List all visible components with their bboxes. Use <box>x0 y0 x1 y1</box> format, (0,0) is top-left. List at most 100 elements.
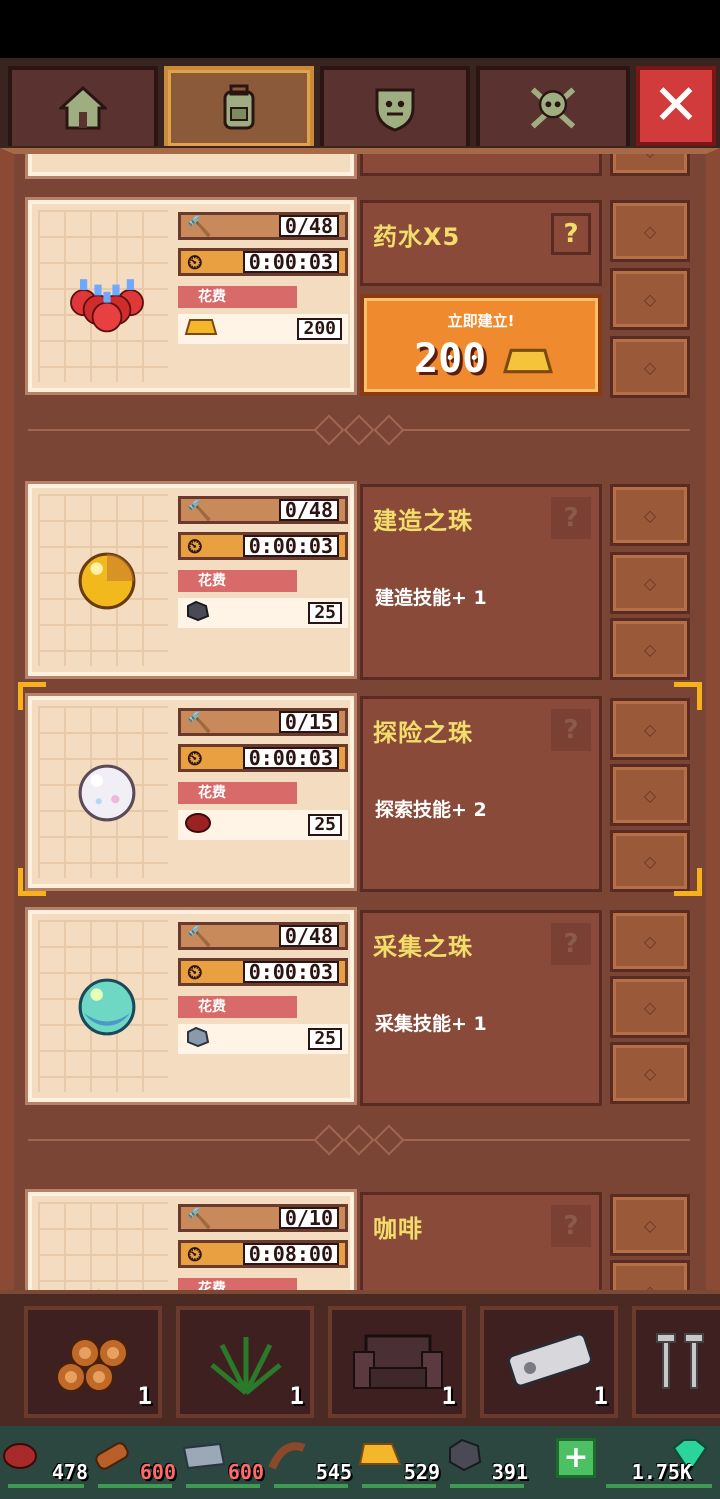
logs-icon <box>46 1320 142 1400</box>
section-divider <box>28 414 690 446</box>
tab-backpack[interactable] <box>164 66 314 146</box>
selection-corner <box>674 682 702 710</box>
build-now-price: 200 <box>414 336 487 382</box>
clock-icon: ⏲ <box>187 960 203 984</box>
resource-wood: 600 <box>92 1436 178 1488</box>
upgrade-slot[interactable]: ◇ <box>610 154 690 176</box>
inventory-bar: 1 1 1 1 <box>0 1290 720 1426</box>
upgrade-slot[interactable]: ◇ <box>610 1260 690 1290</box>
build-timer: ⏲ 0:00:03 <box>178 532 348 560</box>
resource-gems: 1.75K <box>600 1436 718 1488</box>
cost-value: 200 <box>297 318 342 340</box>
section-divider <box>28 1124 690 1156</box>
upgrade-slot[interactable]: ◇ <box>610 336 690 398</box>
tab-home[interactable] <box>8 66 158 146</box>
build-now-label: 立即建立! <box>447 312 515 330</box>
build-timer: ⏲ 0:00:03 <box>178 248 348 276</box>
inventory-slot[interactable]: 1 <box>328 1306 466 1418</box>
cost-row: 25 <box>178 1024 348 1054</box>
recipe-card-build-orb[interactable]: 🔨 0/48 ⏲ 0:00:03 花费 25 <box>28 484 354 676</box>
recipe-title: 探险之珠 <box>373 719 473 747</box>
time-value: 0:00:03 <box>242 747 339 769</box>
cost-label: 花费 <box>178 996 348 1018</box>
recipe-card-gather-orb[interactable]: 🔨 0/48 ⏲ 0:00:03 花费 25 <box>28 910 354 1102</box>
cost-row: 25 <box>178 810 348 840</box>
meat-icon <box>2 1436 42 1476</box>
selection-corner <box>674 868 702 896</box>
built-value: 0/15 <box>278 711 339 733</box>
coal-icon <box>444 1436 484 1476</box>
gold-ingot-icon <box>184 316 218 342</box>
resource-bar: 478 600 600 545 529 391 + 1.75K <box>0 1426 720 1499</box>
build-timer: ⏲ 0:08:00 <box>178 1240 348 1268</box>
upgrade-slot[interactable]: ◇ <box>610 484 690 546</box>
inventory-count: 1 <box>593 1382 608 1410</box>
help-button[interactable]: ? <box>551 709 591 751</box>
clock-icon: ⏲ <box>187 1242 203 1266</box>
built-counter: 🔨 0/15 <box>178 708 348 736</box>
time-value: 0:00:03 <box>242 535 339 557</box>
resource-gold: 529 <box>356 1436 442 1488</box>
backpack-icon <box>215 84 263 132</box>
recipe-title: 建造之珠 <box>373 507 473 535</box>
upgrade-slot[interactable]: ◇ <box>610 200 690 262</box>
upgrade-slot[interactable]: ◇ <box>610 764 690 826</box>
tab-skull[interactable] <box>476 66 630 146</box>
wood-icon <box>92 1436 132 1476</box>
iron-icon <box>180 1436 228 1476</box>
inventory-slot[interactable] <box>632 1306 720 1418</box>
upgrade-slot[interactable]: ◇ <box>610 910 690 972</box>
help-button[interactable]: ? <box>551 497 591 539</box>
recipe-info-gather-orb: 采集之珠 采集技能+ 1 ? <box>360 910 602 1106</box>
time-value: 0:00:03 <box>242 251 339 273</box>
build-timer: ⏲ 0:00:03 <box>178 744 348 772</box>
build-now-button[interactable]: 立即建立! 200 <box>360 294 602 396</box>
inventory-slot[interactable]: 1 <box>480 1306 618 1418</box>
built-counter: 🔨 0/10 <box>178 1204 348 1232</box>
inventory-count: 1 <box>289 1382 304 1410</box>
time-value: 0:08:00 <box>242 1243 339 1265</box>
house-icon <box>59 84 107 132</box>
resource-value: 529 <box>403 1460 440 1484</box>
resource-value: 478 <box>51 1460 88 1484</box>
built-counter: 🔨 0/48 <box>178 922 348 950</box>
close-button[interactable]: ✕ <box>636 66 716 146</box>
inventory-slot[interactable]: 1 <box>24 1306 162 1418</box>
help-button[interactable]: ? <box>551 923 591 965</box>
potions-icon <box>62 254 152 344</box>
upgrade-slot[interactable]: ◇ <box>610 618 690 680</box>
rope-icon <box>268 1436 308 1476</box>
recipe-description: 探索技能+ 2 <box>375 799 487 821</box>
nails-icon <box>646 1320 716 1400</box>
gold-ingot-icon <box>502 344 554 382</box>
tab-monsters[interactable] <box>320 66 470 146</box>
upgrade-slot[interactable]: ◇ <box>610 552 690 614</box>
inventory-slot[interactable]: 1 <box>176 1306 314 1418</box>
recipe-info-adventure-orb: 探险之珠 探索技能+ 2 ? <box>360 696 602 892</box>
aqua-orb-icon <box>62 962 152 1052</box>
upgrade-slot[interactable]: ◇ <box>610 1194 690 1256</box>
resource-value: 600 <box>139 1460 176 1484</box>
help-button[interactable]: ? <box>551 213 591 255</box>
upgrade-slot[interactable]: ◇ <box>610 268 690 330</box>
cost-label: 花费 <box>178 782 348 804</box>
clock-icon: ⏲ <box>187 746 203 770</box>
recipe-card-coffee[interactable]: 🔨 0/10 ⏲ 0:08:00 花费 <box>28 1192 354 1290</box>
upgrade-slot[interactable]: ◇ <box>610 1042 690 1104</box>
add-gems-button[interactable]: + <box>556 1438 596 1478</box>
built-value: 0/10 <box>278 1207 339 1229</box>
skull-crossbones-icon <box>529 84 577 132</box>
coffee-icon <box>62 1260 152 1290</box>
recipe-info-partial <box>360 154 602 176</box>
resource-meat: 478 <box>2 1436 90 1488</box>
build-timer: ⏲ 0:00:03 <box>178 958 348 986</box>
recipe-card-potions[interactable]: 🔨 0/48 ⏲ 0:00:03 花费 200 <box>28 200 354 392</box>
resource-value: 1.75K <box>631 1460 692 1484</box>
upgrade-slot[interactable]: ◇ <box>610 976 690 1038</box>
built-value: 0/48 <box>278 925 339 947</box>
help-button[interactable]: ? <box>551 1205 591 1247</box>
built-counter: 🔨 0/48 <box>178 496 348 524</box>
armchair-icon <box>350 1320 446 1400</box>
inventory-count: 1 <box>137 1382 152 1410</box>
recipe-card-adventure-orb[interactable]: 🔨 0/15 ⏲ 0:00:03 花费 25 <box>28 696 354 888</box>
